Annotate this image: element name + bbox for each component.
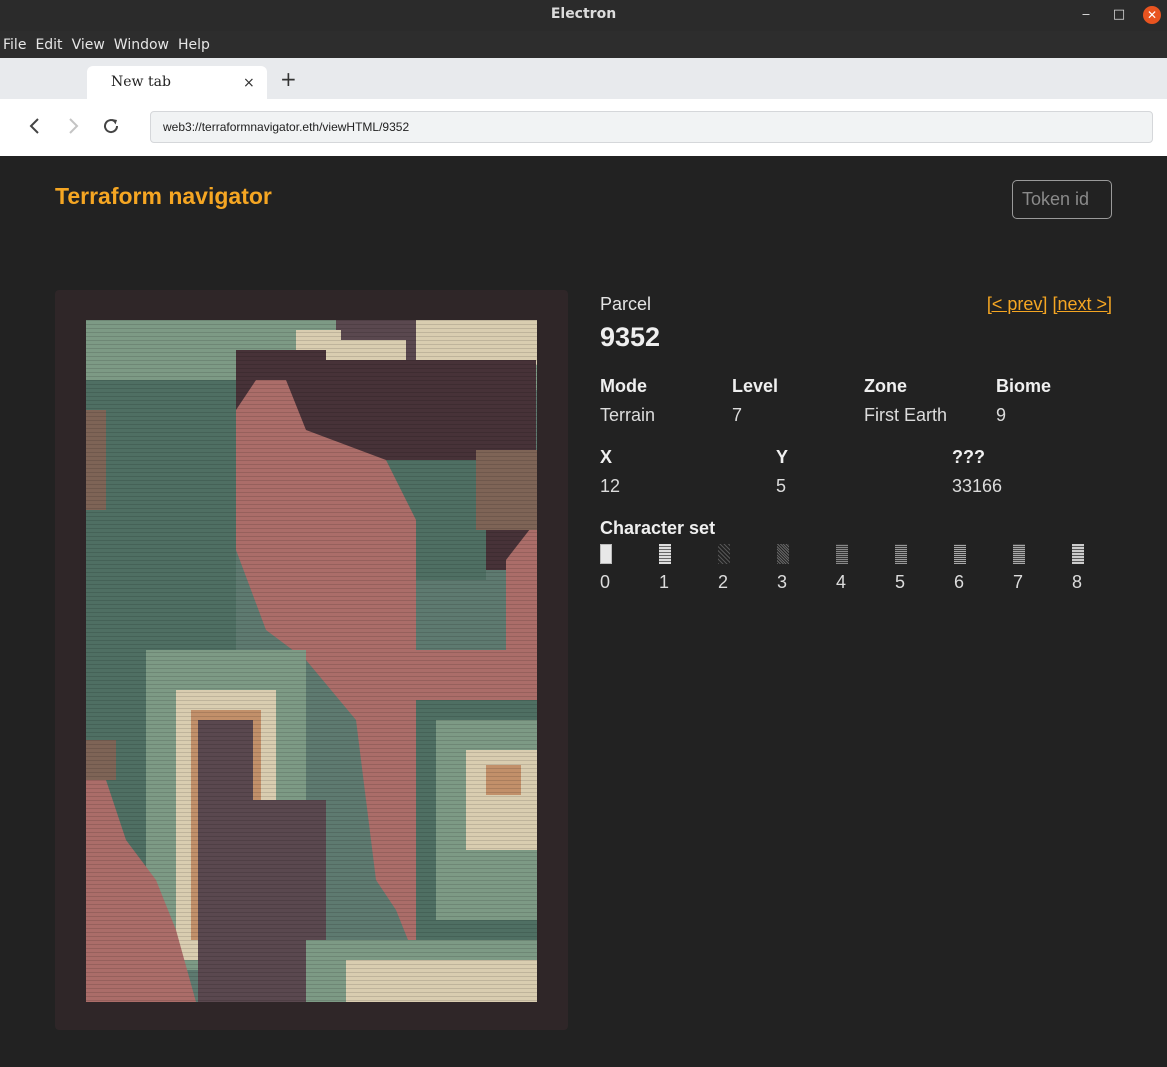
parcel-attributes: Mode Terrain Level 7 Zone First Earth Bi… bbox=[600, 376, 1112, 426]
new-tab-icon[interactable]: + bbox=[280, 69, 297, 89]
prev-link[interactable]: [< prev] bbox=[987, 294, 1048, 314]
zone-value: First Earth bbox=[864, 405, 948, 425]
tab-new-tab[interactable]: New tab × bbox=[87, 66, 267, 99]
pager: [< prev] [next >] bbox=[987, 294, 1112, 315]
y-field: Y 5 bbox=[776, 447, 788, 497]
reload-icon[interactable] bbox=[100, 115, 122, 137]
glyph-index: 0 bbox=[600, 572, 611, 592]
unknown-label: ??? bbox=[952, 447, 985, 467]
brand-title[interactable]: Terraform navigator bbox=[55, 183, 272, 210]
glyph-index: 6 bbox=[954, 572, 965, 592]
x-label: X bbox=[600, 447, 613, 467]
mode-value: Terrain bbox=[600, 405, 656, 425]
character-set: Character set 0 1 2 3 4 5 6 7 8 bbox=[600, 518, 1112, 592]
glyph-0-icon bbox=[600, 544, 612, 564]
close-window-icon[interactable]: ✕ bbox=[1143, 6, 1161, 24]
page-content: Terraform navigator Token id Parcel [< p… bbox=[0, 156, 1167, 1067]
window-title: Electron bbox=[550, 6, 617, 22]
glyph-8-icon bbox=[1072, 544, 1084, 564]
token-id-input[interactable] bbox=[1012, 180, 1112, 219]
biome-label: Biome bbox=[996, 376, 1052, 396]
zone-label: Zone bbox=[864, 376, 907, 396]
level-label: Level bbox=[732, 376, 779, 396]
menu-file[interactable]: File bbox=[3, 37, 26, 53]
menu-view[interactable]: View bbox=[72, 37, 105, 53]
menu-help[interactable]: Help bbox=[178, 37, 210, 53]
glyph-2-icon bbox=[718, 544, 730, 564]
glyph-7-icon bbox=[1013, 544, 1025, 564]
biome-value: 9 bbox=[996, 405, 1007, 425]
url-text: web3://terraformnavigator.eth/viewHTML/9… bbox=[163, 120, 410, 134]
mode-label: Mode bbox=[600, 376, 647, 396]
glyph-index: 3 bbox=[777, 572, 788, 592]
glyph-index: 1 bbox=[659, 572, 670, 592]
glyph-index: 4 bbox=[836, 572, 847, 592]
tab-label: New tab bbox=[111, 74, 171, 90]
character-set-label: Character set bbox=[600, 518, 716, 538]
menu-bar: File Edit View Window Help bbox=[0, 31, 1167, 58]
x-value: 12 bbox=[600, 476, 621, 496]
parcel-artwork-frame bbox=[55, 290, 568, 1030]
zone-field: Zone First Earth bbox=[864, 376, 947, 426]
glyph-index: 7 bbox=[1013, 572, 1024, 592]
navigation-bar: web3://terraformnavigator.eth/viewHTML/9… bbox=[0, 99, 1167, 156]
parcel-label: Parcel bbox=[600, 294, 652, 314]
glyph-index: 2 bbox=[718, 572, 729, 592]
back-icon[interactable] bbox=[24, 115, 46, 137]
glyph-index: 5 bbox=[895, 572, 906, 592]
tab-strip: New tab × + bbox=[0, 58, 1167, 99]
glyph-index: 8 bbox=[1072, 572, 1083, 592]
parcel-terrain-image bbox=[86, 320, 537, 1002]
unknown-value: 33166 bbox=[952, 476, 1003, 496]
level-field: Level 7 bbox=[732, 376, 778, 426]
mode-field: Mode Terrain bbox=[600, 376, 655, 426]
glyph-3-icon bbox=[777, 544, 789, 564]
unknown-field: ??? 33166 bbox=[952, 447, 1002, 497]
maximize-icon[interactable]: □ bbox=[1110, 6, 1128, 24]
level-value: 7 bbox=[732, 405, 743, 425]
menu-edit[interactable]: Edit bbox=[35, 37, 62, 53]
window-titlebar: Electron ‒ □ ✕ bbox=[0, 0, 1167, 31]
glyph-1-icon bbox=[659, 544, 671, 564]
next-link[interactable]: [next >] bbox=[1052, 294, 1112, 314]
glyph-5-icon bbox=[895, 544, 907, 564]
y-value: 5 bbox=[776, 476, 787, 496]
parcel-coordinates: X 12 Y 5 ??? 33166 bbox=[600, 447, 1112, 497]
glyph-4-icon bbox=[836, 544, 848, 564]
glyph-6-icon bbox=[954, 544, 966, 564]
x-field: X 12 bbox=[600, 447, 620, 497]
menu-window[interactable]: Window bbox=[114, 37, 169, 53]
forward-icon[interactable] bbox=[62, 115, 84, 137]
parcel-number: 9352 bbox=[600, 322, 661, 352]
address-bar[interactable]: web3://terraformnavigator.eth/viewHTML/9… bbox=[150, 111, 1153, 143]
biome-field: Biome 9 bbox=[996, 376, 1051, 426]
y-label: Y bbox=[776, 447, 789, 467]
tab-close-icon[interactable]: × bbox=[243, 75, 255, 91]
minimize-icon[interactable]: ‒ bbox=[1077, 6, 1095, 24]
